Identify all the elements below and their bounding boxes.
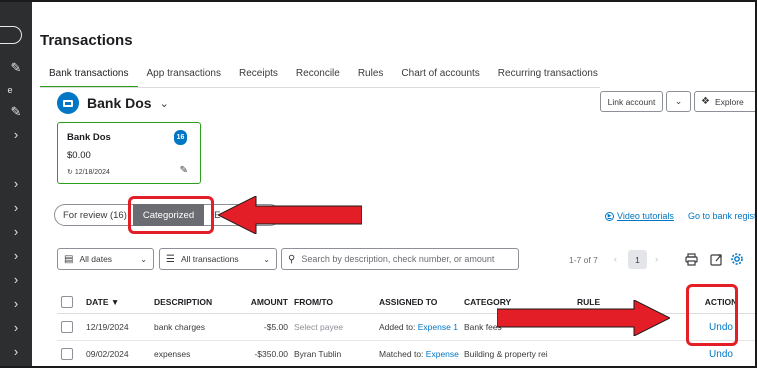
row-description: expenses <box>154 349 191 359</box>
tab-recurring-transactions[interactable]: Recurring transactions <box>489 64 607 88</box>
explore-button[interactable]: ❖ Explore <box>694 91 755 112</box>
assigned-link[interactable]: Expense <box>426 349 459 359</box>
assigned-prefix: Added to: <box>379 322 416 332</box>
header-date[interactable]: DATE ▼ <box>86 297 154 307</box>
tab-rules[interactable]: Rules <box>349 64 393 88</box>
app-window: ✎ e ✎ › › › › › › › › › Transactions Ban… <box>0 0 757 368</box>
tab-receipts[interactable]: Receipts <box>230 64 287 88</box>
search-icon: ⚲ <box>288 253 296 265</box>
pencil-icon[interactable]: ✎ <box>8 104 24 120</box>
table-row[interactable]: 09/02/2024 expenses -$350.00 Byran Tubli… <box>57 341 755 366</box>
tab-bank-transactions[interactable]: Bank transactions <box>40 64 138 88</box>
chevron-right-icon[interactable]: › <box>8 320 24 336</box>
explore-icon: ❖ <box>701 96 710 107</box>
chevron-right-icon[interactable]: › <box>8 344 24 360</box>
row-amount: -$5.00 <box>263 322 288 332</box>
chevron-down-icon: ⌄ <box>674 96 683 106</box>
print-icon[interactable] <box>684 252 698 266</box>
chevron-right-icon[interactable]: › <box>8 296 24 312</box>
row-payee[interactable]: Select payee <box>294 322 379 332</box>
account-card[interactable]: Bank Dos 16 $0.00 ↻ 12/18/2024 ✎ <box>57 122 201 184</box>
pencil-icon[interactable]: ✎ <box>8 60 24 76</box>
date-filter-label: All dates <box>79 254 113 264</box>
chevron-right-icon[interactable]: › <box>8 176 24 192</box>
card-balance: $0.00 <box>67 150 91 161</box>
video-tutorials-link[interactable]: ▶ Video tutorials <box>605 211 674 221</box>
gear-icon[interactable] <box>730 252 744 266</box>
row-payee[interactable]: Byran Tublin <box>294 349 379 359</box>
header-description[interactable]: DESCRIPTION <box>154 297 242 307</box>
link-account-dropdown[interactable]: ⌄ <box>666 91 691 112</box>
transaction-type-label: All transactions <box>180 254 239 264</box>
tab-chart-of-accounts[interactable]: Chart of accounts <box>392 64 488 88</box>
card-account-name: Bank Dos <box>67 132 111 143</box>
chevron-left-icon[interactable]: ‹ <box>614 254 617 264</box>
account-selector[interactable]: Bank Dos ⌄ <box>57 92 169 114</box>
undo-button[interactable]: Undo <box>691 349 751 360</box>
select-all-checkbox[interactable] <box>61 295 73 308</box>
sync-icon: ↻ <box>67 169 73 176</box>
row-checkbox[interactable] <box>61 321 73 333</box>
bank-card-icon <box>57 92 79 114</box>
link-account-button[interactable]: Link account <box>600 91 663 112</box>
chevron-down-icon: ⌄ <box>263 254 270 264</box>
left-nav-rail: ✎ e ✎ › › › › › › › › › <box>0 2 32 366</box>
chevron-right-icon[interactable]: › <box>8 200 24 216</box>
chevron-right-icon[interactable]: › <box>8 127 24 143</box>
row-assigned-to: Matched to: Expense <box>379 349 464 359</box>
pager-range: 1-7 of 7 <box>569 255 598 265</box>
bank-register-link[interactable]: Go to bank regist <box>688 211 755 221</box>
filter-sliders-icon: ☰ <box>166 253 175 265</box>
pager-current-page[interactable]: 1 <box>628 250 647 269</box>
annotation-arrow-left <box>218 196 362 234</box>
for-review-count-badge: 16 <box>174 130 187 145</box>
date-filter-dropdown[interactable]: ▤ All dates ⌄ <box>57 248 154 270</box>
explore-label: Explore <box>714 96 744 107</box>
transaction-type-dropdown[interactable]: ☰ All transactions ⌄ <box>159 248 277 270</box>
tab-reconcile[interactable]: Reconcile <box>287 64 349 88</box>
row-assigned-to: Added to: Expense 1 <box>379 322 464 332</box>
action-highlight-box <box>686 284 738 346</box>
row-checkbox[interactable] <box>61 348 73 360</box>
header-assigned-to[interactable]: ASSIGNED TO <box>379 297 464 307</box>
chevron-right-icon[interactable]: › <box>655 254 658 264</box>
chevron-right-icon[interactable]: › <box>8 248 24 264</box>
export-icon[interactable] <box>709 252 723 266</box>
header-amount[interactable]: AMOUNT <box>242 297 294 307</box>
row-select-cell <box>57 321 86 333</box>
account-name: Bank Dos <box>87 95 152 111</box>
nav-letter-e: e <box>7 85 13 95</box>
video-tutorials-label: Video tutorials <box>617 211 674 221</box>
tabs-divider <box>40 87 600 88</box>
pencil-icon[interactable]: ✎ <box>180 165 188 176</box>
select-all-cell <box>57 295 86 308</box>
header-from-to[interactable]: FROM/TO <box>294 297 379 307</box>
categorized-highlight-box <box>128 196 214 234</box>
card-date-text: 12/18/2024 <box>74 169 110 176</box>
row-category: Building & property rei <box>464 349 548 359</box>
search-input[interactable]: ⚲ Search by description, check number, o… <box>281 248 519 270</box>
chevron-down-icon: ⌄ <box>140 254 147 264</box>
row-date: 12/19/2024 <box>86 322 129 332</box>
calendar-icon: ▤ <box>64 253 74 265</box>
search-placeholder: Search by description, check number, or … <box>301 254 495 264</box>
annotation-arrow-right <box>497 300 670 336</box>
tab-app-transactions[interactable]: App transactions <box>138 64 231 88</box>
page-title: Transactions <box>40 32 133 49</box>
assigned-link[interactable]: Expense 1 <box>418 322 458 332</box>
row-description: bank charges <box>154 322 206 332</box>
play-circle-icon: ▶ <box>605 211 614 221</box>
chevron-down-icon[interactable]: ⌄ <box>160 97 169 110</box>
chevron-right-icon[interactable]: › <box>8 224 24 240</box>
transactions-tabs: Bank transactions App transactions Recei… <box>40 64 607 88</box>
row-amount: -$350.00 <box>254 349 288 359</box>
assigned-prefix: Matched to: <box>379 349 424 359</box>
row-date: 09/02/2024 <box>86 349 129 359</box>
row-select-cell <box>57 348 86 360</box>
card-sync-date: ↻ 12/18/2024 <box>67 168 110 176</box>
nav-toggle-pill[interactable] <box>0 26 22 44</box>
chevron-right-icon[interactable]: › <box>8 272 24 288</box>
tab-for-review[interactable]: For review (16) <box>54 204 133 226</box>
